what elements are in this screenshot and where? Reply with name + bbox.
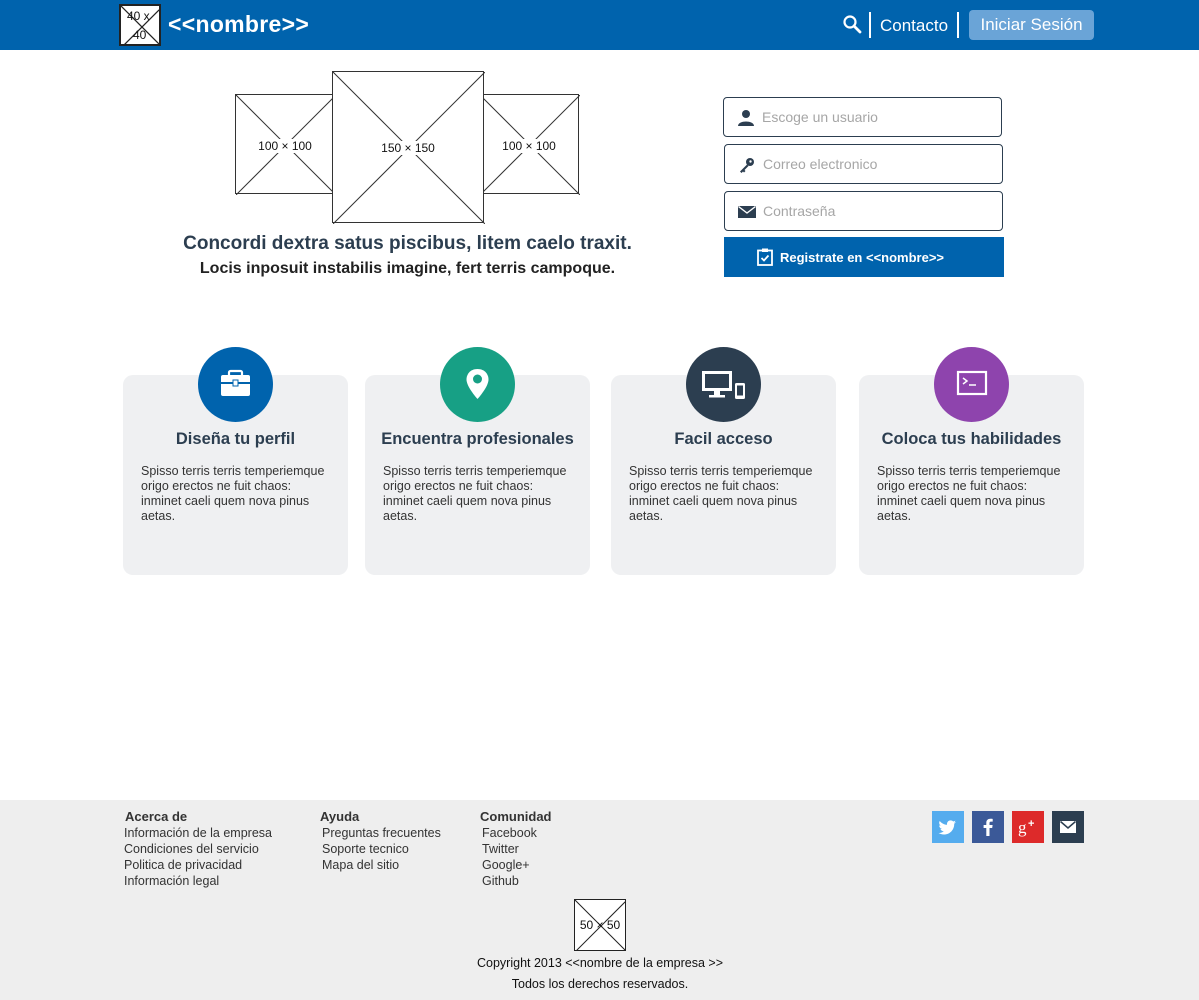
footer-link[interactable]: Google+ — [482, 858, 530, 872]
feature-title: Encuentra profesionales — [381, 430, 574, 448]
hero-image-left: 100 × 100 — [235, 94, 336, 195]
terminal-icon — [956, 370, 988, 396]
hero-subtitle: Locis inposuit instabilis imagine, fert … — [199, 260, 616, 277]
rights-text: Todos los derechos reservados. — [511, 977, 689, 991]
footer-link[interactable]: Preguntas frecuentes — [322, 826, 441, 840]
register-button[interactable]: Registrate en <<nombre>> — [724, 237, 1004, 277]
footer-link[interactable]: Mapa del sitio — [322, 858, 399, 872]
footer-logo-placeholder: 50 × 50 — [574, 899, 626, 951]
footer-link[interactable]: Condiciones del servicio — [124, 842, 259, 856]
hero-image-right-label: 100 × 100 — [480, 139, 578, 153]
feature-description: Spisso terris terris temperiemque origo … — [629, 464, 813, 523]
feature-title: Coloca tus habilidades — [881, 430, 1062, 448]
svg-text:g: g — [1018, 818, 1027, 837]
feature-circle-professionals — [440, 347, 515, 422]
feature-title: Facil acceso — [674, 430, 773, 448]
feature-circle-access — [686, 347, 761, 422]
password-field[interactable] — [724, 191, 1003, 231]
email-field[interactable] — [724, 144, 1003, 184]
footer-heading-community: Comunidad — [480, 809, 552, 824]
logo-placeholder-label-top: 40 x — [127, 9, 150, 23]
footer-heading-about: Acerca de — [125, 809, 188, 824]
facebook-icon — [983, 818, 993, 836]
briefcase-icon — [221, 369, 250, 396]
feature-description: Spisso terris terris temperiemque origo … — [877, 464, 1061, 523]
contact-link[interactable]: Contacto — [880, 16, 948, 36]
hero-image-right: 100 × 100 — [479, 94, 580, 195]
clipboard-check-icon — [757, 248, 773, 266]
feature-circle-skills — [934, 347, 1009, 422]
footer-link[interactable]: Información de la empresa — [124, 826, 272, 840]
user-icon — [738, 110, 754, 126]
footer-heading-help: Ayuda — [320, 809, 360, 824]
hero-title: Concordi dextra satus piscibus, litem ca… — [183, 233, 632, 254]
envelope-icon — [738, 205, 756, 218]
email-icon — [1060, 820, 1076, 833]
footer-link[interactable]: Información legal — [124, 874, 219, 888]
footer-link[interactable]: Soporte tecnico — [322, 842, 409, 856]
username-input[interactable] — [762, 106, 992, 128]
map-pin-icon — [466, 369, 489, 399]
footer-link[interactable]: Facebook — [482, 826, 537, 840]
logo-placeholder-label-bottom: 40 — [133, 28, 147, 42]
hero-image-left-label: 100 × 100 — [236, 139, 334, 153]
feature-description: Spisso terris terris temperiemque origo … — [383, 464, 567, 523]
nav-divider — [869, 12, 871, 38]
hero-image-center-label: 150 × 150 — [333, 141, 483, 155]
username-field[interactable] — [723, 97, 1002, 137]
hero-image-center: 150 × 150 — [332, 71, 485, 224]
feature-circle-profile — [198, 347, 273, 422]
email-button[interactable] — [1052, 811, 1084, 843]
svg-text:+: + — [1028, 818, 1034, 830]
footer-link[interactable]: Politica de privacidad — [124, 858, 242, 872]
email-input[interactable] — [763, 153, 993, 175]
feature-title: Diseña tu perfil — [175, 430, 296, 448]
nav-divider — [957, 12, 959, 38]
password-input[interactable] — [763, 200, 993, 222]
twitter-icon — [938, 820, 956, 835]
twitter-button[interactable] — [932, 811, 964, 843]
feature-description: Spisso terris terris temperiemque origo … — [141, 464, 325, 523]
search-icon[interactable] — [842, 14, 862, 34]
facebook-button[interactable] — [972, 811, 1004, 843]
copyright-text: Copyright 2013 <<nombre de la empresa >> — [477, 956, 723, 970]
brand-name[interactable]: <<nombre>> — [168, 11, 309, 38]
footer-link[interactable]: Github — [482, 874, 519, 888]
register-button-label: Registrate en <<nombre>> — [780, 250, 945, 265]
google-plus-button[interactable]: g + — [1012, 811, 1044, 843]
google-plus-icon: g + — [1018, 818, 1034, 837]
devices-icon — [702, 371, 745, 399]
key-icon — [740, 158, 754, 173]
login-button[interactable]: Iniciar Sesión — [969, 10, 1094, 40]
footer-link[interactable]: Twitter — [482, 842, 519, 856]
logo-placeholder[interactable]: 40 x 40 — [119, 4, 161, 46]
footer-logo-placeholder-label: 50 × 50 — [579, 918, 621, 932]
